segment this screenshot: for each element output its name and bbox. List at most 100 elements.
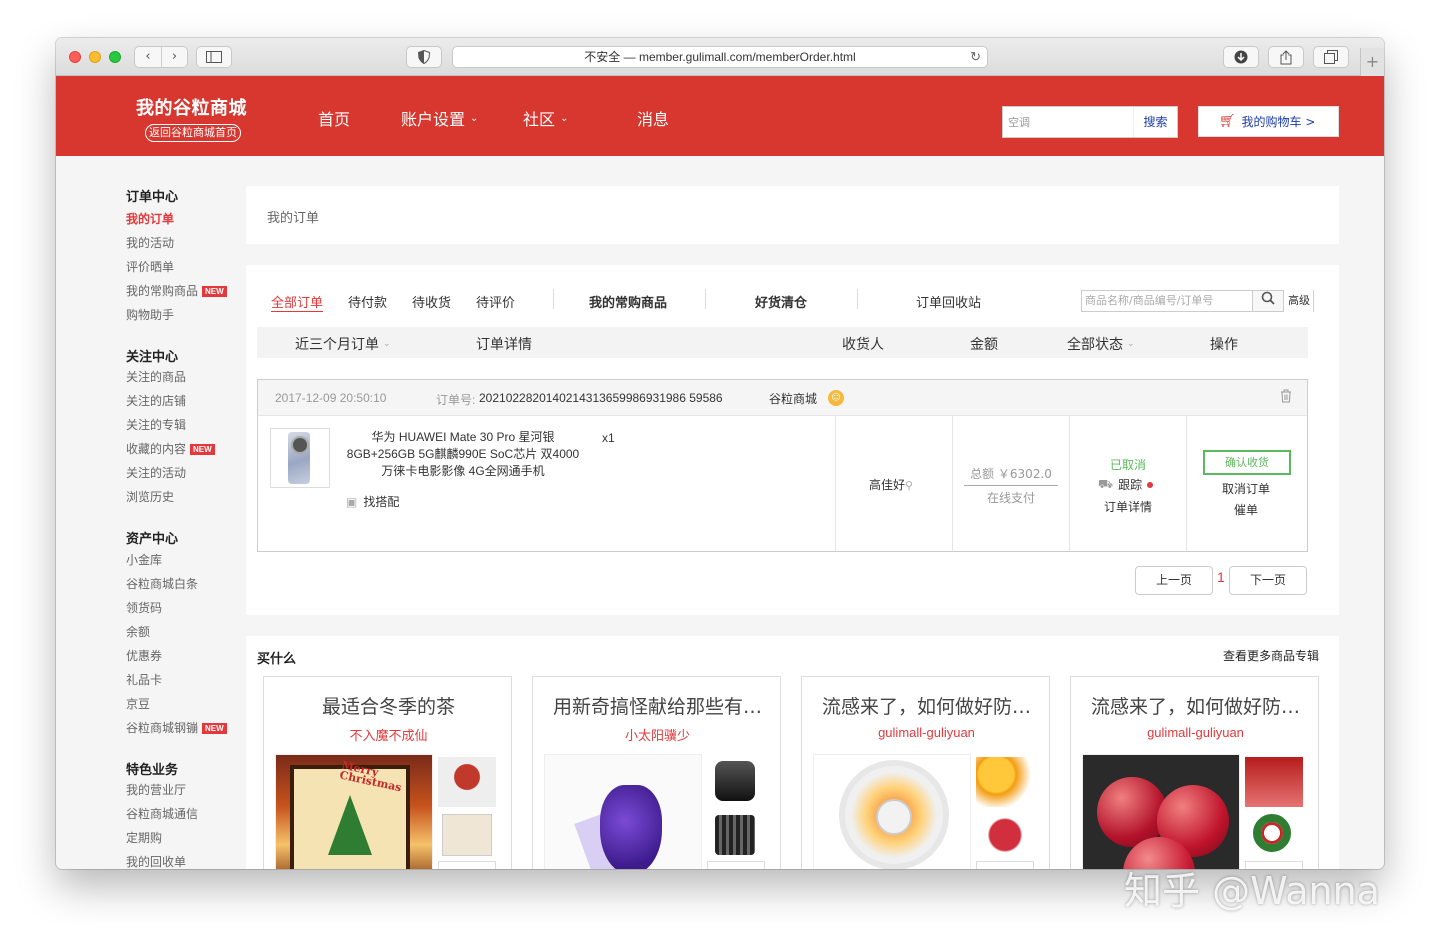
order-table-header: 近三个月订单 ⌄ 订单详情 收货人 金额 全部状态 ⌄ 操作 (257, 327, 1308, 358)
address-bar[interactable]: 不安全 — member.gulimall.com/memberOrder.ht… (452, 46, 988, 68)
tab-recycle-bin[interactable]: 订单回收站 (916, 292, 981, 311)
sidebar-item-history[interactable]: 浏览历史 (126, 488, 174, 505)
tab-frequent-products[interactable]: 我的常购商品 (589, 292, 667, 311)
sidebar-icon (206, 51, 222, 63)
track-link[interactable]: ⛟ 跟踪 (1098, 476, 1154, 493)
product-name-line: 万徕卡电影影像 4G全网通手机 (381, 464, 545, 478)
sidebar-item-reviews[interactable]: 评价晒单 (126, 258, 174, 275)
sidebar-item-pickup-code[interactable]: 领货码 (126, 599, 162, 616)
album-side-image (976, 810, 1034, 860)
flower-box-image (438, 757, 496, 807)
watermark: 知乎 @Wanna (1124, 869, 1380, 913)
tab-overview-button[interactable] (1313, 46, 1349, 68)
trash-icon[interactable] (1280, 389, 1292, 407)
album-author: 不入魔不成仙 (349, 728, 428, 743)
nav-community[interactable]: 社区 ⌄ (523, 106, 568, 130)
recipient[interactable]: 高佳好⚲ (869, 476, 913, 493)
album-title: 用新奇搞怪献给那些有… (552, 696, 762, 718)
site-search-input[interactable] (1003, 107, 1131, 137)
sidebar-item-followed-albums[interactable]: 关注的专辑 (126, 416, 186, 433)
cart-button[interactable]: 🛒︎ 我的购物车 > (1198, 106, 1339, 137)
column-header-amount: 金额 (970, 337, 998, 353)
cancel-order-link[interactable]: 取消订单 (1196, 480, 1296, 497)
order-detail-link[interactable]: 订单详情 (1078, 498, 1178, 515)
sidebar-item-gift-card[interactable]: 礼品卡 (126, 671, 162, 688)
sidebar-item-frequent-products[interactable]: 我的常购商品 NEW (126, 282, 227, 299)
sidebar-item-service-hall[interactable]: 我的营业厅 (126, 781, 186, 798)
album-title: 最适合冬季的茶 (321, 696, 455, 718)
sidebar-item-vault[interactable]: 小金库 (126, 551, 162, 568)
confirm-receipt-button[interactable]: 确认收货 (1203, 450, 1291, 475)
sidebar-item-followed-activities[interactable]: 关注的活动 (126, 464, 186, 481)
shield-icon (418, 50, 430, 64)
share-button[interactable] (1268, 46, 1304, 68)
tab-pending-review[interactable]: 待评价 (476, 292, 515, 311)
site-header: 我的谷粒商城 返回谷粒商城首页 首页 账户设置 ⌄ 社区 ⌄ 消息 (56, 76, 1384, 156)
current-page[interactable]: 1 (1217, 569, 1225, 585)
tab-pending-receipt[interactable]: 待收货 (412, 292, 451, 311)
share-icon (1280, 49, 1292, 64)
nav-label: 账户设置 (401, 110, 466, 129)
advanced-search-link[interactable]: 高级 (1286, 290, 1314, 312)
sidebar-item-followed-shops[interactable]: 关注的店铺 (126, 392, 186, 409)
search-button[interactable]: 搜索 (1133, 107, 1177, 137)
shop-name[interactable]: 谷粒商城 (769, 390, 817, 407)
album-card[interactable]: 流感来了，如何做好防… gulimall-guliyuan (1070, 676, 1319, 869)
section-title: 买什么 (257, 652, 297, 667)
sidebar-item-subscription[interactable]: 定期购 (126, 829, 162, 846)
sidebar-item-my-orders[interactable]: 我的订单 (126, 210, 174, 227)
minimize-window-button[interactable] (89, 51, 101, 63)
next-page-button[interactable]: 下一页 (1229, 566, 1307, 595)
album-card[interactable]: 用新奇搞怪献给那些有… 小太阳骥少 (532, 676, 781, 869)
maximize-window-button[interactable] (109, 51, 121, 63)
chat-icon[interactable]: ☺ (828, 390, 844, 406)
sidebar-item-credit[interactable]: 谷粒商城白条 (126, 575, 198, 592)
downloads-button[interactable] (1223, 46, 1259, 68)
sidebar-item-favorites[interactable]: 收藏的内容 NEW (126, 440, 215, 457)
album-card[interactable]: 最适合冬季的茶 不入魔不成仙 Merry Christmas (263, 676, 512, 869)
tab-clearance[interactable]: 好货清仓 (755, 292, 807, 311)
site-logo[interactable]: 我的谷粒商城 (136, 94, 247, 120)
sidebar-item-telecom[interactable]: 谷粒商城通信 (126, 805, 198, 822)
range-filter[interactable]: 近三个月订单 ⌄ (295, 334, 391, 354)
more-albums-link[interactable]: 查看更多商品专辑 (1223, 647, 1319, 664)
tab-pending-payment[interactable]: 待付款 (348, 292, 387, 311)
product-thumbnail[interactable] (270, 428, 330, 488)
nav-messages[interactable]: 消息 (637, 106, 669, 130)
back-icon[interactable]: ‹ (135, 47, 161, 67)
sidebar-item-followed-products[interactable]: 关注的商品 (126, 368, 186, 385)
sidebar-item-recycle-orders[interactable]: 我的回收单 (126, 853, 186, 869)
sidebar-item-beans[interactable]: 京豆 (126, 695, 150, 712)
order-search-button[interactable] (1252, 290, 1284, 312)
nav-account-settings[interactable]: 账户设置 ⌄ (401, 106, 478, 130)
sidebar-item-balance[interactable]: 余额 (126, 623, 150, 640)
bouquet-image (545, 755, 701, 869)
sidebar-item-coins[interactable]: 谷粒商城钢镚 NEW (126, 719, 227, 736)
status-filter[interactable]: 全部状态 ⌄ (1067, 334, 1135, 354)
order-time: 2017-12-09 20:50:10 (275, 391, 387, 405)
gift-box-image (442, 814, 492, 856)
order-search-input[interactable]: 商品名称/商品编号/订单号 (1081, 290, 1253, 312)
nav-home[interactable]: 首页 (318, 106, 350, 130)
tab-all-orders[interactable]: 全部订单 (271, 292, 323, 311)
album-side-image (976, 861, 1034, 869)
product-name[interactable]: 华为 HUAWEI Mate 30 Pro 星河银 8GB+256GB 5G麒麟… (338, 429, 588, 480)
album-side-image (707, 810, 765, 860)
new-tab-button[interactable]: + (1360, 48, 1384, 76)
urge-order-link[interactable]: 催单 (1196, 501, 1296, 518)
sidebar-item-my-activities[interactable]: 我的活动 (126, 234, 174, 251)
album-main-image (813, 754, 971, 869)
sidebar-toggle-button[interactable] (196, 46, 232, 68)
reload-icon[interactable]: ↻ (970, 47, 981, 67)
sidebar-item-shopping-assistant[interactable]: 购物助手 (126, 306, 174, 323)
album-card[interactable]: 流感来了，如何做好防… gulimall-guliyuan (801, 676, 1050, 869)
album-side-image (438, 861, 496, 869)
sidebar-item-coupons[interactable]: 优惠券 (126, 647, 162, 664)
find-bundle-link[interactable]: ▣ 找搭配 (346, 493, 399, 510)
back-home-link[interactable]: 返回谷粒商城首页 (145, 124, 241, 142)
close-window-button[interactable] (69, 51, 81, 63)
forward-icon[interactable]: › (160, 47, 187, 67)
prev-page-button[interactable]: 上一页 (1135, 566, 1213, 595)
privacy-report-button[interactable] (406, 46, 442, 68)
sidebar-item-label: 我的常购商品 (126, 284, 199, 298)
